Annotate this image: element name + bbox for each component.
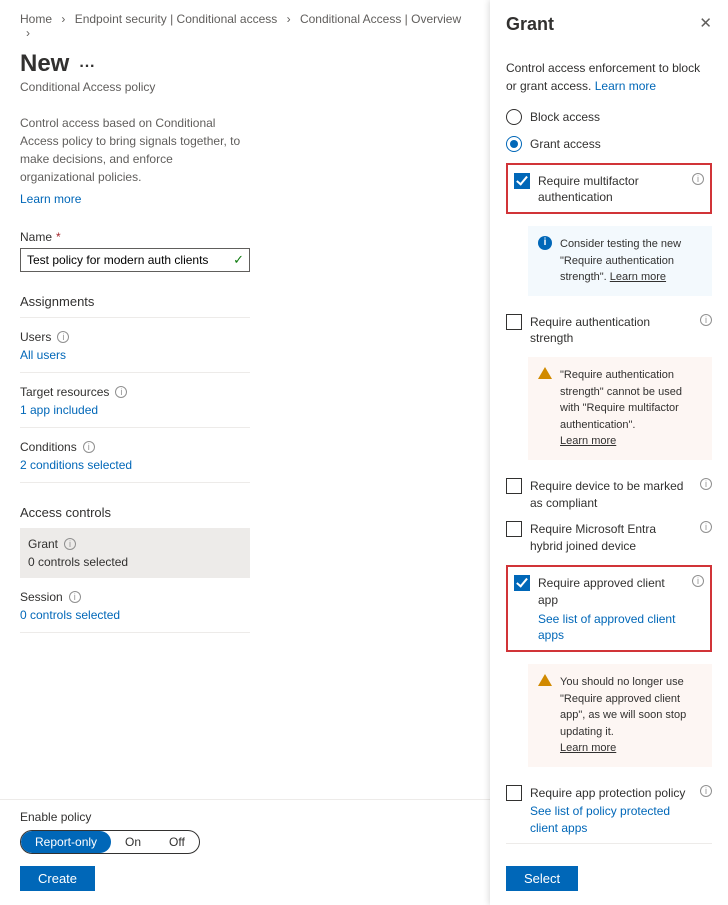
chevron-right-icon: › [287,12,291,26]
intro-learn-more-link[interactable]: Learn more [20,190,81,208]
conditions-label: Conditions i [20,440,250,454]
session-value-link[interactable]: 0 controls selected [20,608,120,622]
require-hybrid-checkbox[interactable] [506,521,522,537]
breadcrumb: Home › Endpoint security | Conditional a… [20,12,470,40]
panel-title: Grant [506,14,554,35]
block-access-label: Block access [530,109,712,126]
select-button[interactable]: Select [506,866,578,891]
require-mfa-checkbox[interactable] [514,173,530,189]
chevron-right-icon: › [26,26,30,40]
info-icon[interactable]: i [700,478,712,490]
more-menu-icon[interactable]: ··· [79,58,95,75]
require-app-protection-checkbox[interactable] [506,785,522,801]
close-icon[interactable]: ✕ [699,14,712,32]
target-resources-label: Target resources i [20,385,250,399]
require-mfa-label: Require multifactor authentication [538,173,682,207]
require-compliant-checkbox[interactable] [506,478,522,494]
require-hybrid-label: Require Microsoft Entra hybrid joined de… [530,521,690,555]
callout-learn-more-link[interactable]: Learn more [560,435,616,447]
info-icon: i [538,236,552,250]
access-controls-heading: Access controls [20,505,250,529]
intro-text: Control access based on Conditional Acce… [20,114,250,208]
panel-description: Control access enforcement to block or g… [506,59,712,95]
info-icon[interactable]: i [69,591,81,603]
require-auth-strength-label: Require authentication strength [530,314,690,348]
warning-icon [538,674,552,686]
grant-value: 0 controls selected [28,555,242,569]
grant-access-radio[interactable] [506,136,522,152]
grant-access-label: Grant access [530,136,712,153]
info-icon[interactable]: i [700,314,712,326]
info-icon[interactable]: i [692,173,704,185]
name-input[interactable] [20,248,250,272]
breadcrumb-home[interactable]: Home [20,12,52,26]
grant-row-selected[interactable]: Grant i 0 controls selected [20,529,250,578]
callout-learn-more-link[interactable]: Learn more [610,271,666,283]
block-access-radio[interactable] [506,109,522,125]
highlight-mfa: Require multifactor authentication i [506,163,712,215]
info-icon[interactable]: i [692,575,704,587]
assignments-heading: Assignments [20,294,250,318]
breadcrumb-endpoint-security[interactable]: Endpoint security | Conditional access [75,12,278,26]
users-label: Users i [20,330,250,344]
toggle-off[interactable]: Off [155,831,199,853]
name-field-label: Name * [20,230,250,244]
info-icon[interactable]: i [83,441,95,453]
panel-learn-more-link[interactable]: Learn more [595,79,656,93]
grant-panel: Grant ✕ Control access enforcement to bl… [490,0,728,905]
require-approved-app-label: Require approved client app See list of … [538,575,682,644]
info-icon[interactable]: i [115,386,127,398]
enable-policy-toggle[interactable]: Report-only On Off [20,830,200,854]
protected-apps-list-link[interactable]: See list of policy protected client apps [530,803,690,837]
info-icon[interactable]: i [700,785,712,797]
callout-auth-strength-info: i Consider testing the new "Require auth… [528,226,712,296]
session-label: Session i [20,590,250,604]
info-icon[interactable]: i [57,331,69,343]
info-icon[interactable]: i [700,521,712,533]
page-title: New··· [20,50,470,78]
toggle-report-only[interactable]: Report-only [21,831,111,853]
users-value-link[interactable]: All users [20,348,66,362]
enable-policy-label: Enable policy [20,810,470,824]
info-icon[interactable]: i [64,538,76,550]
create-button[interactable]: Create [20,866,95,891]
require-approved-app-checkbox[interactable] [514,575,530,591]
page-subtitle: Conditional Access policy [20,80,470,94]
callout-approved-app-warn: You should no longer use "Require approv… [528,664,712,767]
highlight-approved-app: Require approved client app See list of … [506,565,712,652]
chevron-right-icon: › [61,12,65,26]
warning-icon [538,367,552,379]
conditions-value-link[interactable]: 2 conditions selected [20,458,132,472]
require-compliant-label: Require device to be marked as compliant [530,478,690,512]
require-auth-strength-checkbox[interactable] [506,314,522,330]
breadcrumb-conditional-access[interactable]: Conditional Access | Overview [300,12,461,26]
approved-apps-list-link[interactable]: See list of approved client apps [538,611,682,645]
validated-check-icon: ✓ [233,252,244,268]
target-resources-value-link[interactable]: 1 app included [20,403,98,417]
callout-learn-more-link[interactable]: Learn more [560,742,616,754]
toggle-on[interactable]: On [111,831,155,853]
callout-auth-strength-warn: "Require authentication strength" cannot… [528,357,712,460]
require-app-protection-label: Require app protection policy See list o… [530,785,690,837]
